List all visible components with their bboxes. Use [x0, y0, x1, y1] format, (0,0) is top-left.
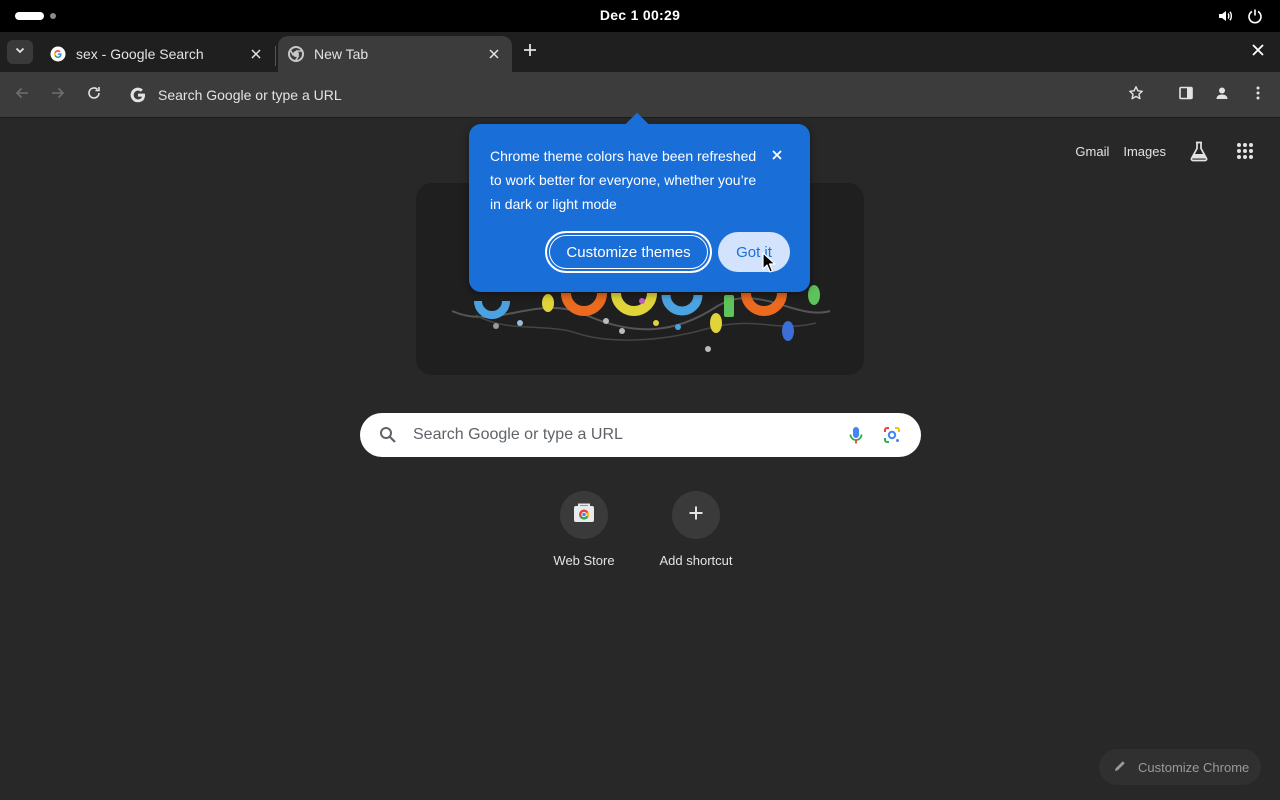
arrow-left-icon: [14, 85, 30, 106]
tab-new-tab[interactable]: New Tab: [278, 36, 512, 72]
search-placeholder: Search Google or type a URL: [413, 426, 623, 443]
profile-button[interactable]: [1210, 83, 1234, 107]
plus-icon: [523, 43, 537, 62]
google-lens-icon[interactable]: [881, 424, 903, 446]
pencil-icon: [1113, 759, 1129, 775]
tab-google-search[interactable]: sex - Google Search: [40, 36, 274, 72]
shortcut-tile: [672, 491, 720, 539]
shortcut-tile: [560, 491, 608, 539]
customize-themes-button[interactable]: Customize themes: [545, 231, 712, 273]
chrome-icon: [288, 46, 304, 62]
customize-chrome-label: Customize Chrome: [1138, 759, 1250, 775]
labs-flask-icon[interactable]: [1186, 138, 1212, 164]
kebab-menu-icon: [1250, 85, 1266, 106]
star-icon: [1128, 85, 1144, 106]
search-icon: [378, 425, 398, 445]
browser-toolbar: Search Google or type a URL: [0, 72, 1280, 118]
reload-button[interactable]: [82, 83, 106, 107]
web-store-icon: [572, 501, 596, 530]
bubble-close-button[interactable]: [769, 148, 785, 164]
tab-strip: sex - Google Search New Tab: [0, 32, 1280, 72]
system-top-bar: Dec 1 00:29: [0, 0, 1280, 32]
window-close-button[interactable]: [1250, 44, 1266, 60]
plus-icon: [688, 505, 704, 526]
system-tray[interactable]: [1216, 7, 1264, 25]
tab-separator: [275, 46, 276, 66]
got-it-button[interactable]: Got it: [718, 232, 790, 272]
close-icon: [772, 147, 782, 165]
bookmark-button[interactable]: [1124, 83, 1148, 107]
side-panel-button[interactable]: [1174, 83, 1198, 107]
tab-title: sex - Google Search: [76, 46, 204, 62]
back-button[interactable]: [10, 83, 34, 107]
shortcut-add[interactable]: Add shortcut: [640, 491, 752, 568]
customize-chrome-button[interactable]: Customize Chrome: [1099, 749, 1261, 785]
power-icon[interactable]: [1246, 7, 1264, 25]
google-g-icon: [50, 46, 66, 62]
new-tab-button[interactable]: [516, 40, 544, 64]
arrow-right-icon: [50, 85, 66, 106]
reload-icon: [86, 85, 102, 106]
chevron-down-icon: [14, 43, 26, 61]
clock[interactable]: Dec 1 00:29: [0, 7, 1280, 23]
omnibox-text: Search Google or type a URL: [158, 87, 342, 103]
forward-button[interactable]: [46, 83, 70, 107]
shortcut-label: Web Store: [553, 553, 615, 568]
shortcut-web-store[interactable]: Web Store: [528, 491, 640, 568]
workspace-active-pill: [15, 12, 44, 20]
shortcut-label: Add shortcut: [659, 553, 733, 568]
bubble-message: Chrome theme colors have been refreshed …: [490, 148, 757, 212]
google-g-icon: [128, 85, 148, 105]
mouse-cursor-icon: [762, 252, 776, 274]
images-link[interactable]: Images: [1123, 144, 1166, 159]
theme-refresh-bubble: Chrome theme colors have been refreshed …: [469, 112, 810, 292]
voice-search-mic-icon[interactable]: [845, 424, 867, 446]
close-tab-icon[interactable]: [486, 46, 502, 62]
chrome-menu-button[interactable]: [1246, 83, 1270, 107]
workspace-dot: [50, 13, 56, 19]
activities-indicator[interactable]: [15, 12, 56, 20]
close-icon: [1252, 43, 1264, 61]
close-tab-icon[interactable]: [248, 46, 264, 62]
tab-search-button[interactable]: [7, 40, 33, 64]
google-apps-icon[interactable]: [1232, 138, 1258, 164]
ntp-search-box[interactable]: Search Google or type a URL: [360, 413, 921, 457]
side-panel-icon: [1178, 85, 1194, 106]
ntp-header-links: Gmail Images: [1075, 138, 1258, 164]
omnibox[interactable]: Search Google or type a URL: [118, 77, 1158, 113]
person-icon: [1214, 85, 1230, 106]
gmail-link[interactable]: Gmail: [1075, 144, 1109, 159]
volume-icon[interactable]: [1216, 7, 1234, 25]
tab-title: New Tab: [314, 46, 369, 62]
